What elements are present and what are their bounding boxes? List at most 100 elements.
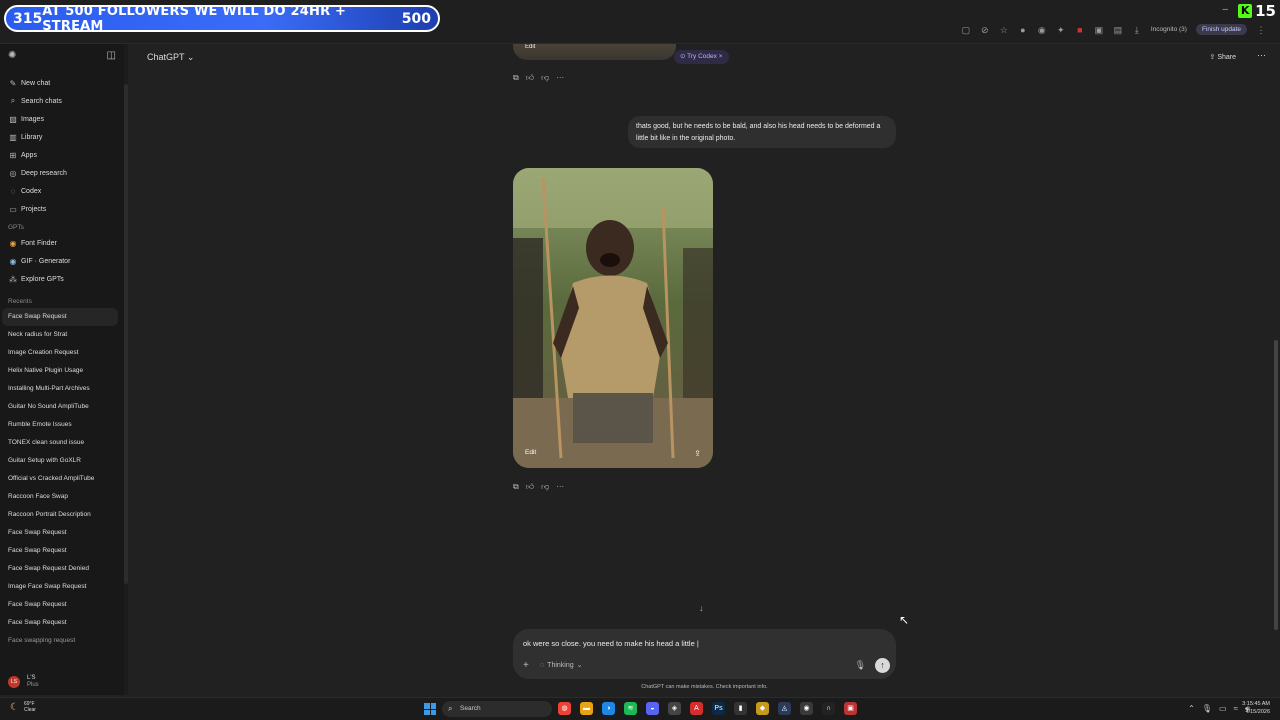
microphone-icon[interactable]: 🎙︎	[1202, 704, 1212, 714]
kebab-menu-icon[interactable]: ⋮	[1256, 25, 1266, 35]
recent-chat[interactable]: Rumble Emote Issues	[0, 416, 124, 434]
incognito-indicator[interactable]: Incognito (3)	[1151, 26, 1187, 33]
extension-icon[interactable]: ●	[1018, 25, 1028, 35]
photoshop-icon[interactable]: Ps	[712, 702, 725, 715]
app-icon[interactable]: ▣	[844, 702, 857, 715]
download-icon[interactable]: ⤓	[1132, 25, 1142, 35]
thumbs-up-icon[interactable]: 👍︎	[526, 73, 534, 83]
spotify-icon[interactable]: ≋	[624, 702, 637, 715]
generated-image[interactable]: Edit ⇪	[513, 168, 713, 468]
recent-chat[interactable]: Neck radius for Strat	[0, 326, 124, 344]
previous-generated-image[interactable]: Edit	[513, 44, 676, 60]
windows-start-icon[interactable]	[424, 703, 436, 715]
extension-icon[interactable]: ■	[1075, 25, 1085, 35]
image-edit-button[interactable]: Edit	[525, 449, 536, 456]
headphones-icon[interactable]: ∩	[822, 702, 835, 715]
taskbar-search[interactable]: ⌕ Search	[442, 701, 552, 717]
recent-chat[interactable]: Face Swap Request	[2, 308, 118, 326]
sidebar-item-search-chats[interactable]: ⌕ Search chats	[0, 92, 124, 110]
page-icon[interactable]: ▢	[961, 25, 971, 35]
explore-gpts[interactable]: ⁂ Explore GPTs	[0, 270, 124, 288]
scrollbar-thumb[interactable]	[124, 84, 128, 584]
eye-off-icon[interactable]: ⊘	[980, 25, 990, 35]
recent-chat[interactable]: Face Swap Request	[0, 614, 124, 632]
more-icon[interactable]: ···	[556, 73, 564, 83]
recent-chat[interactable]: Installing Multi-Part Archives	[0, 380, 124, 398]
recent-chat[interactable]: Image Face Swap Request	[0, 578, 124, 596]
terminal-icon[interactable]: ▮	[734, 702, 747, 715]
sidebar-item-apps[interactable]: ⊞ Apps	[0, 146, 124, 164]
recent-chat[interactable]: Face Swap Request Denied	[0, 560, 124, 578]
search-icon: ⌕	[10, 96, 16, 105]
app-icon[interactable]: ◆	[756, 702, 769, 715]
close-icon[interactable]: ×	[719, 53, 723, 60]
gpt-font-finder[interactable]: ◉ Font Finder	[0, 234, 124, 252]
thinking-mode-button[interactable]: ◌ Thinking ⌄	[540, 661, 583, 670]
display-icon[interactable]: ▭	[1219, 704, 1227, 714]
image-edit-button[interactable]: Edit	[525, 44, 535, 50]
recent-chat[interactable]: Image Creation Request	[0, 344, 124, 362]
recent-chat[interactable]: Guitar No Sound AmpliTube	[0, 398, 124, 416]
user-info: L'S Plus	[27, 675, 39, 689]
main-scrollbar[interactable]	[1274, 340, 1278, 630]
sidebar-toggle-icon[interactable]: ◫	[107, 50, 116, 61]
recent-chat[interactable]: Helix Native Plugin Usage	[0, 362, 124, 380]
try-codex-button[interactable]: ⊙ Try Codex ×	[674, 50, 729, 64]
recent-chat[interactable]: TONEX clean sound issue	[0, 434, 124, 452]
file-explorer-icon[interactable]: ▬	[580, 702, 593, 715]
recent-chat[interactable]: Raccoon Face Swap	[0, 488, 124, 506]
sidebar-icon[interactable]: ▤	[1113, 25, 1123, 35]
recent-chat[interactable]: Raccoon Portrait Description	[0, 506, 124, 524]
wifi-icon[interactable]: ≈	[1234, 704, 1238, 714]
sidebar-item-deep-research[interactable]: ◎ Deep research	[0, 164, 124, 182]
recent-chat[interactable]: Guitar Setup with GoXLR	[0, 452, 124, 470]
finish-update-button[interactable]: Finish update	[1195, 24, 1247, 35]
clock[interactable]: 3:15:45 AM 4/15/2026	[1242, 700, 1270, 716]
sidebar-item-images[interactable]: ▨ Images	[0, 110, 124, 128]
thumbs-up-icon[interactable]: 👍︎	[526, 482, 534, 492]
more-options-icon[interactable]: ···	[1257, 50, 1266, 60]
send-button[interactable]: ↑	[875, 658, 890, 673]
share-button[interactable]: ⇪ Share	[1209, 53, 1236, 61]
user-message: thats good, but he needs to be bald, and…	[628, 116, 896, 148]
share-image-icon[interactable]: ⇪	[694, 449, 701, 458]
sidebar-item-projects[interactable]: ▭ Projects	[0, 200, 124, 218]
chat-composer[interactable]: ok were so close. you need to make his h…	[513, 629, 896, 679]
thumbs-down-icon[interactable]: 👎︎	[541, 482, 549, 492]
openai-logo-icon[interactable]: ✺	[8, 50, 16, 61]
plus-icon[interactable]: +	[523, 660, 529, 671]
recent-chat[interactable]: Official vs Cracked AmpliTube	[0, 470, 124, 488]
user-profile[interactable]: LS L'S Plus	[8, 675, 39, 689]
recent-chat[interactable]: Face Swap Request	[0, 596, 124, 614]
app-icon[interactable]: ◉	[800, 702, 813, 715]
more-icon[interactable]: ···	[556, 482, 564, 492]
prompt-input[interactable]: ok were so close. you need to make his h…	[523, 639, 699, 648]
star-icon[interactable]: ☆	[999, 25, 1009, 35]
recent-chat[interactable]: Face Swap Request	[0, 524, 124, 542]
sidebar-item-library[interactable]: ▥ Library	[0, 128, 124, 146]
extension-icon[interactable]: ✦	[1056, 25, 1066, 35]
copy-icon[interactable]: ⧉	[513, 482, 519, 492]
thumbs-down-icon[interactable]: 👎︎	[541, 73, 549, 83]
model-selector[interactable]: ChatGPT ⌄	[147, 52, 194, 63]
recent-chat[interactable]: Face swapping request	[0, 632, 124, 650]
gpt-gif-generator[interactable]: ◉ GIF · Generator	[0, 252, 124, 270]
edge-icon[interactable]: ◑	[602, 702, 615, 715]
chevron-up-icon[interactable]: ⌃	[1188, 704, 1195, 714]
adobe-icon[interactable]: A	[690, 702, 703, 715]
sidebar-item-codex[interactable]: ◌ Codex	[0, 182, 124, 200]
microphone-icon[interactable]: 🎙︎	[855, 660, 866, 671]
recent-chat[interactable]: Face Swap Request	[0, 542, 124, 560]
sidebar-scrollbar[interactable]	[124, 44, 128, 695]
chrome-icon[interactable]: ◍	[558, 702, 571, 715]
extension-icon[interactable]: ◉	[1037, 25, 1047, 35]
scroll-down-icon[interactable]: ↓	[699, 603, 704, 613]
app-icon[interactable]: ◈	[668, 702, 681, 715]
weather-widget[interactable]: ☾ 69°F Clear	[10, 701, 36, 713]
discord-icon[interactable]: ◒	[646, 702, 659, 715]
minimize-icon[interactable]: –	[1222, 4, 1228, 15]
app-icon[interactable]: ◬	[778, 702, 791, 715]
puzzle-icon[interactable]: ▣	[1094, 25, 1104, 35]
sidebar-item-new-chat[interactable]: ✎ New chat	[0, 74, 124, 92]
copy-icon[interactable]: ⧉	[513, 73, 519, 83]
